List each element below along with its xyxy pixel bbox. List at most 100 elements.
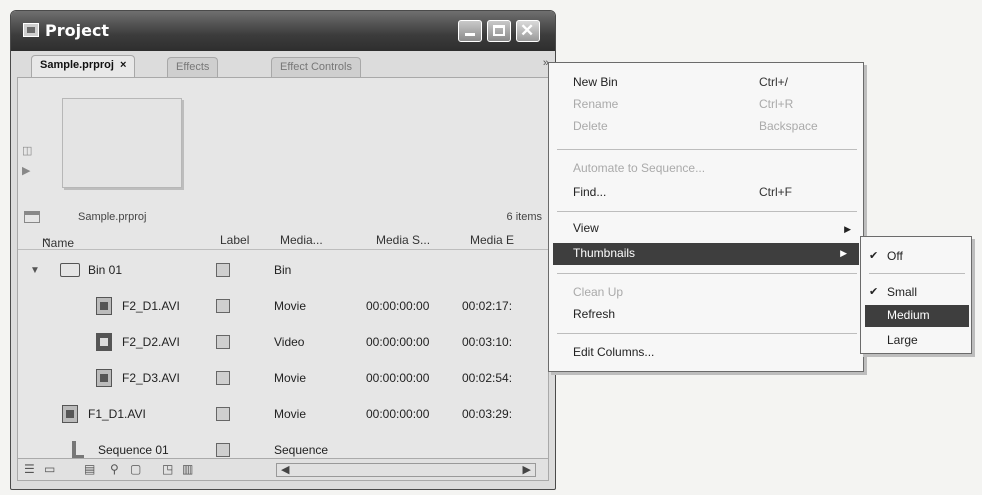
label-swatch[interactable]	[216, 299, 230, 313]
column-media-end[interactable]: Media E	[470, 233, 514, 247]
row-media-end: 00:03:10:	[462, 335, 513, 349]
menu-item-view[interactable]: View	[573, 221, 599, 235]
menu-separator	[869, 273, 965, 274]
row-media-start: 00:00:00:00	[366, 371, 430, 385]
check-icon: ✔	[869, 286, 879, 298]
delete-icon[interactable]: ▥	[182, 462, 196, 476]
tab-label: Effect Controls	[280, 61, 352, 73]
new-item-icon[interactable]: ◳	[162, 462, 176, 476]
panel-tabs: Sample.prproj × Effects Effect Controls »	[17, 53, 551, 77]
row-media-type: Bin	[274, 263, 292, 277]
row-media-start: 00:00:00:00	[366, 299, 430, 313]
menu-item-label: Thumbnails	[573, 246, 636, 260]
submenu-arrow-icon: ▶	[840, 248, 847, 258]
expand-triangle-icon[interactable]: ▼	[30, 265, 40, 276]
table-row[interactable]: F2_D1.AVI Movie 00:00:00:00 00:02:17:	[18, 290, 548, 324]
row-media-start: 00:00:00:00	[366, 335, 430, 349]
scroll-left-icon[interactable]: ◀	[281, 463, 289, 476]
row-media-type: Movie	[274, 407, 307, 421]
shortcut-new-bin: Ctrl+/	[759, 75, 789, 89]
label-swatch[interactable]	[216, 407, 230, 421]
tab-label: Effects	[176, 61, 210, 73]
preview-thumbnail	[62, 98, 182, 188]
project-window: Project ✕ Sample.prproj × Effects Effect …	[10, 10, 556, 490]
project-panel: ◫ ▶ Sample.prproj 6 items Name ⌃ Label M…	[17, 77, 549, 481]
label-swatch[interactable]	[216, 371, 230, 385]
row-media-type: Sequence	[274, 443, 329, 457]
sequence-icon	[72, 441, 84, 459]
icon-view-icon[interactable]: ▭	[44, 462, 58, 476]
row-name: F2_D3.AVI	[122, 371, 180, 385]
table-row[interactable]: F1_D1.AVI Movie 00:00:00:00 00:03:29:	[18, 398, 548, 432]
sort-arrow-icon: ⌃	[42, 236, 53, 250]
menu-item-edit-columns[interactable]: Edit Columns...	[573, 345, 654, 359]
column-label[interactable]: Label	[220, 233, 249, 247]
close-button[interactable]: ✕	[516, 20, 540, 42]
maximize-icon	[493, 25, 505, 36]
submenu-arrow-icon: ▶	[844, 224, 851, 234]
preview-tools: ◫ ▶	[22, 144, 36, 184]
title-bar[interactable]: Project ✕	[11, 11, 555, 51]
label-swatch[interactable]	[216, 335, 230, 349]
panel-footer: ☰ ▭ ▤ ⚲ ▢ ◳ ▥ ◀ ▶	[18, 458, 548, 480]
video-clip-icon	[96, 333, 112, 351]
label-swatch[interactable]	[216, 443, 230, 457]
menu-item-thumbnails[interactable]: Thumbnails ▶	[553, 243, 859, 265]
menu-item-clean-up: Clean Up	[573, 285, 624, 299]
list-view-icon[interactable]: ☰	[24, 462, 38, 476]
menu-item-new-bin[interactable]: New Bin	[573, 75, 618, 89]
panel-menu: New Bin Ctrl+/ Rename Ctrl+R Delete Back…	[548, 62, 864, 372]
row-media-type: Video	[274, 335, 305, 349]
row-name: F2_D2.AVI	[122, 335, 180, 349]
shortcut-find: Ctrl+F	[759, 185, 792, 199]
play-icon[interactable]: ▶	[22, 164, 36, 177]
submenu-item-off[interactable]: Off	[887, 249, 903, 263]
label-swatch[interactable]	[216, 263, 230, 277]
project-name: Sample.prproj	[78, 211, 147, 223]
horizontal-scrollbar[interactable]: ◀ ▶	[276, 463, 536, 477]
table-row[interactable]: F2_D3.AVI Movie 00:00:00:00 00:02:54:	[18, 362, 548, 396]
bin-bar: Sample.prproj 6 items	[18, 208, 548, 228]
row-media-end: 00:03:29:	[462, 407, 513, 421]
close-icon: ✕	[520, 21, 535, 40]
menu-separator	[557, 273, 857, 274]
column-media-start[interactable]: Media S...	[376, 233, 430, 247]
maximize-button[interactable]	[487, 20, 511, 42]
shortcut-delete: Backspace	[759, 119, 818, 133]
menu-item-find[interactable]: Find...	[573, 185, 606, 199]
project-window-icon	[23, 23, 39, 37]
automate-icon[interactable]: ▤	[84, 462, 98, 476]
submenu-item-small[interactable]: Small	[887, 285, 917, 299]
column-header: Name ⌃ Label Media... Media S... Media E	[18, 230, 548, 250]
row-media-type: Movie	[274, 299, 307, 313]
poster-frame-icon[interactable]: ◫	[22, 144, 36, 157]
menu-separator	[557, 333, 857, 334]
row-name: Bin 01	[88, 263, 123, 277]
item-count: 6 items	[506, 211, 542, 223]
menu-item-rename: Rename	[573, 97, 619, 111]
table-row[interactable]: ▼ Bin 01 Bin	[18, 254, 548, 288]
tab-effect-controls[interactable]: Effect Controls	[271, 57, 361, 77]
tab-sample-prproj[interactable]: Sample.prproj ×	[31, 55, 136, 77]
tab-label: Sample.prproj	[40, 59, 114, 71]
scroll-right-icon[interactable]: ▶	[523, 463, 531, 476]
find-icon[interactable]: ⚲	[110, 462, 124, 476]
minimize-button[interactable]	[458, 20, 482, 42]
row-media-end: 00:02:17:	[462, 299, 513, 313]
new-bin-icon[interactable]: ▢	[130, 462, 144, 476]
submenu-item-medium[interactable]: Medium	[865, 305, 969, 327]
bin-icon	[24, 211, 40, 223]
tab-effects[interactable]: Effects	[167, 57, 219, 77]
column-media-type[interactable]: Media...	[280, 233, 323, 247]
submenu-item-large[interactable]: Large	[887, 333, 918, 347]
menu-item-automate: Automate to Sequence...	[573, 161, 706, 175]
menu-item-refresh[interactable]: Refresh	[573, 307, 615, 321]
menu-item-delete: Delete	[573, 119, 608, 133]
minimize-icon	[465, 33, 475, 36]
shortcut-rename: Ctrl+R	[759, 97, 794, 111]
row-name: F1_D1.AVI	[88, 407, 146, 421]
tab-close-icon[interactable]: ×	[120, 59, 126, 71]
row-name: F2_D1.AVI	[122, 299, 180, 313]
row-media-type: Movie	[274, 371, 307, 385]
table-row[interactable]: F2_D2.AVI Video 00:00:00:00 00:03:10:	[18, 326, 548, 360]
